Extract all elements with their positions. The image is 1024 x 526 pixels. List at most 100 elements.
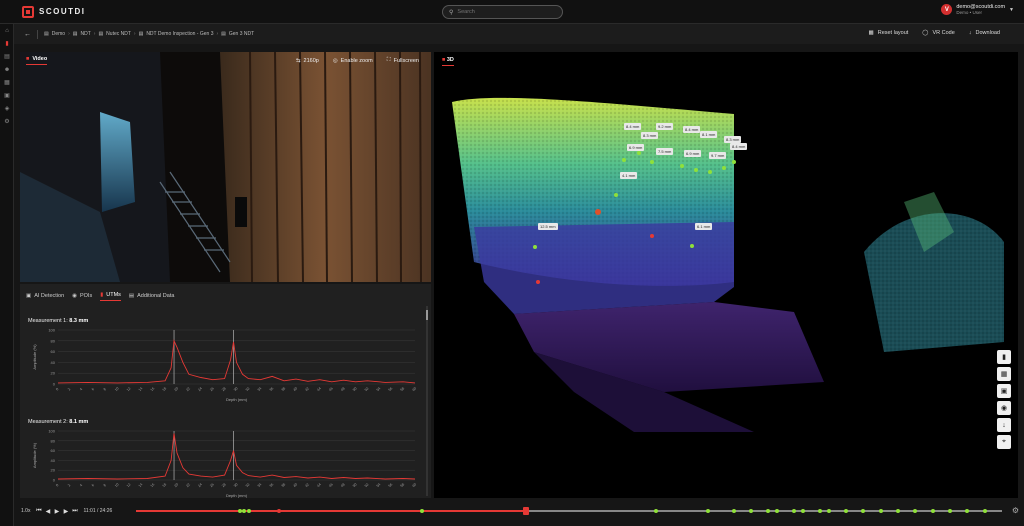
timeline-poi-marker[interactable]	[653, 509, 658, 513]
measurement-label[interactable]: 4.1 mm	[620, 172, 638, 179]
back-icon[interactable]: ←	[24, 31, 31, 38]
measurement-label[interactable]: 6.1 mm	[695, 223, 713, 230]
timeline-poi-marker[interactable]	[419, 509, 424, 513]
quality-button[interactable]: ⇆ 2160p	[296, 57, 319, 64]
x-tick-label: 12	[126, 386, 132, 392]
timeline-thumb[interactable]	[522, 507, 529, 515]
measurement-label[interactable]: 9.2 mm	[656, 123, 674, 130]
tab-utms[interactable]: ▮ UTMs	[100, 292, 121, 301]
timeline-poi-marker[interactable]	[948, 509, 953, 513]
step-back-icon[interactable]: ◀	[43, 506, 52, 516]
vr-code-button[interactable]: ◯ VR Code	[922, 30, 954, 36]
measurement-label[interactable]: 8.4 mm	[683, 126, 701, 133]
home-icon[interactable]: ⌂	[0, 24, 14, 37]
timeline-poi-marker[interactable]	[748, 509, 753, 513]
download-icon[interactable]: ↓	[997, 418, 1011, 432]
enable-zoom-button[interactable]: ◎ Enable zoom	[333, 57, 373, 64]
measurement-label[interactable]: 8.1 mm	[700, 131, 718, 138]
3d-tab[interactable]: ■ 3D	[442, 57, 454, 66]
x-tick-label: 4	[79, 387, 83, 391]
timeline-poi-marker[interactable]	[800, 509, 805, 513]
timeline-poi-marker[interactable]	[246, 509, 251, 513]
chevron-down-icon[interactable]: ▼	[1009, 7, 1014, 13]
y-axis-label: Amplitude (%)	[32, 442, 37, 468]
breadcrumb-item[interactable]: ▤ NDT Demo Inspection - Gen 3	[139, 31, 214, 37]
timeline-poi-marker[interactable]	[276, 509, 281, 513]
quality-icon: ⇆	[295, 57, 301, 64]
users-icon[interactable]: ☻	[0, 63, 14, 76]
app-logo[interactable]: SCOUTDI	[22, 5, 86, 18]
layers-icon[interactable]: ▣	[997, 384, 1011, 398]
target-icon[interactable]: ⌖	[997, 435, 1011, 449]
breadcrumb-item[interactable]: ▤ NDT	[73, 31, 91, 37]
skip-forward-icon[interactable]: ⏭	[70, 506, 79, 516]
timeline-poi-marker[interactable]	[705, 509, 710, 513]
video-frame[interactable]	[20, 52, 431, 282]
measurement-label[interactable]: 8.3 mm	[641, 132, 659, 139]
x-tick-label: 42	[304, 482, 310, 488]
measurement-label[interactable]: 7.5 mm	[656, 148, 674, 155]
legend-icon[interactable]: ▮	[997, 350, 1011, 364]
timeline-poi-marker[interactable]	[818, 509, 823, 513]
breadcrumb-item[interactable]: ▤ Nutec NDT	[98, 31, 130, 37]
reset-layout-button[interactable]: ▩ Reset layout	[869, 30, 909, 36]
x-tick-label: 24	[197, 386, 203, 392]
point-cloud[interactable]	[434, 52, 1018, 498]
timeline-poi-marker[interactable]	[242, 509, 247, 513]
settings-icon[interactable]: ⚙	[0, 115, 14, 128]
timeline-poi-marker[interactable]	[774, 509, 779, 513]
play-icon[interactable]: ▶	[52, 506, 61, 516]
folder-icon[interactable]: ▤	[0, 50, 14, 63]
search-box[interactable]: ⚲	[442, 5, 563, 19]
x-tick-label: 18	[162, 386, 168, 392]
measurement-label[interactable]: 8.3 mm	[724, 136, 742, 143]
timeline-poi-marker[interactable]	[930, 509, 935, 513]
measurement-label[interactable]: 9.7 mm	[709, 152, 727, 159]
breadcrumb-item[interactable]: ▤ Demo	[44, 31, 65, 37]
measurement-label[interactable]: 6.9 mm	[627, 144, 645, 151]
zoom-icon: ◎	[332, 57, 338, 64]
divider	[37, 29, 38, 39]
timeline-poi-marker[interactable]	[913, 509, 918, 513]
timeline-poi-marker[interactable]	[982, 509, 987, 513]
fullscreen-button[interactable]: ⛶ Fullscreen	[387, 57, 419, 64]
step-forward-icon[interactable]: ▶	[61, 506, 70, 516]
timeline-poi-marker[interactable]	[965, 509, 970, 513]
scrollbar-thumb[interactable]	[426, 310, 428, 320]
map-icon[interactable]: ▦	[997, 367, 1011, 381]
search-input[interactable]	[457, 9, 548, 15]
inspection-icon[interactable]: ▮	[0, 37, 14, 50]
map-icon[interactable]: ▣	[0, 89, 14, 102]
gear-icon[interactable]: ⚙	[1012, 506, 1019, 515]
playback-speed[interactable]: 1.0x	[21, 508, 30, 514]
timeline-poi-marker[interactable]	[792, 509, 797, 513]
tab-additional-data[interactable]: ▤ Additional Data	[129, 293, 175, 301]
scrollbar[interactable]	[426, 306, 428, 496]
logo-icon	[22, 5, 34, 18]
tab-pois[interactable]: ◉ POIs	[72, 293, 92, 301]
timeline-poi-marker[interactable]	[896, 509, 901, 513]
reports-icon[interactable]: ▦	[0, 76, 14, 89]
x-tick-label: 34	[257, 482, 263, 488]
timeline-scrubber[interactable]	[136, 507, 1002, 515]
timeline-poi-marker[interactable]	[766, 509, 771, 513]
download-button[interactable]: ↓ Download	[969, 30, 1000, 36]
measurement-label[interactable]: 12.5 mm	[538, 223, 558, 230]
3d-view-panel[interactable]: ■ 3D 8.4 mm 9.2 mm 8.3 mm 8.4 mm 8.1 mm …	[434, 52, 1018, 498]
user-menu[interactable]: V demo@scoutdi.com Demo • User ▼	[941, 4, 1014, 15]
timeline-poi-marker[interactable]	[826, 509, 831, 513]
x-tick-label: 60	[411, 386, 417, 392]
measurement-label[interactable]: 6.9 mm	[684, 150, 702, 157]
measurement-label[interactable]: 8.4 mm	[624, 123, 642, 130]
view-icon[interactable]: ◉	[997, 401, 1011, 415]
timeline-poi-marker[interactable]	[878, 509, 883, 513]
timeline-poi-marker[interactable]	[861, 509, 866, 513]
timeline-poi-marker[interactable]	[731, 509, 736, 513]
measurement-label[interactable]: 8.4 mm	[730, 143, 748, 150]
breadcrumb-item-current[interactable]: ▤ Gen 3 NDT	[221, 31, 254, 37]
layers-icon[interactable]: ◈	[0, 102, 14, 115]
timeline-poi-marker[interactable]	[844, 509, 849, 513]
skip-back-icon[interactable]: ⏮	[34, 506, 43, 516]
video-tab[interactable]: ■ Video	[26, 56, 48, 65]
tab-ai-detection[interactable]: ▣ AI Detection	[26, 293, 64, 301]
